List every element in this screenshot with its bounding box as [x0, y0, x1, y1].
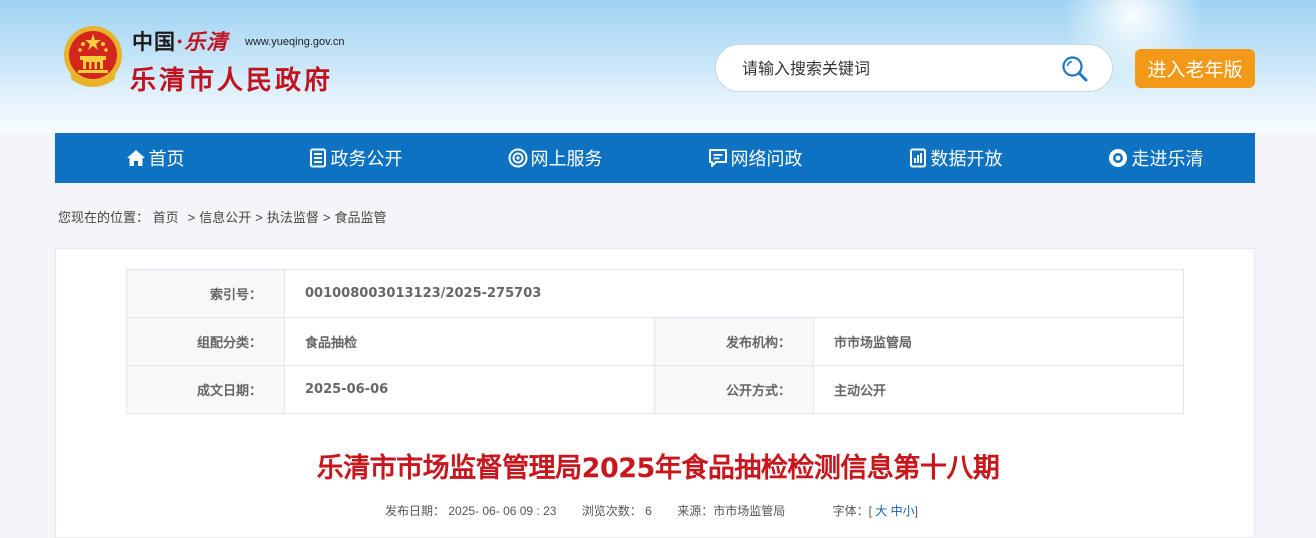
nav-item-open-data[interactable]: 数据开放	[855, 133, 1055, 183]
breadcrumb-separator: >	[322, 210, 331, 225]
nav-item-home[interactable]: 首页	[55, 133, 255, 183]
breadcrumb-separator: >	[255, 210, 263, 225]
document-icon	[309, 148, 326, 168]
site-domain: www.yueqing.gov.cn	[245, 36, 345, 48]
search-icon[interactable]	[1060, 54, 1090, 84]
service-icon	[508, 148, 527, 168]
main-nav: 首页 政务公开 网上服务 网络问政 数据开放 走进乐清	[55, 133, 1255, 183]
nav-item-about-yueqing[interactable]: 走进乐清	[1055, 133, 1255, 183]
meta-value-date: 2025-06-06	[284, 365, 655, 414]
view-count-label: 浏览次数：	[581, 504, 642, 518]
font-size-bracket: ]	[914, 504, 918, 518]
city-calligraphy: 乐清	[184, 29, 229, 54]
nav-item-online-service[interactable]: 网上服务	[455, 133, 655, 183]
breadcrumb: 您现在的位置： 首页 > 信息公开 > 执法监督 > 食品监管	[58, 207, 386, 226]
site-name: 乐清市人民政府	[130, 66, 334, 96]
search-box	[715, 44, 1113, 92]
meta-label-method: 公开方式：	[654, 365, 814, 414]
meta-row: 成文日期： 2025-06-06 公开方式： 主动公开	[126, 365, 1185, 414]
source-value: 市市场监管局	[713, 504, 786, 518]
meta-value-index: 001008003013123/2025-275703	[283, 269, 1185, 318]
country-label: 中国	[132, 29, 176, 54]
document-meta-table: 索引号： 001008003013123/2025-275703 组配分类： 食…	[126, 269, 1185, 414]
nav-label: 走进乐清	[1131, 149, 1204, 169]
font-size-medium-link[interactable]: 中	[891, 504, 903, 518]
meta-value-publisher: 市市场监管局	[812, 317, 1185, 366]
nav-item-gov-affairs[interactable]: 政务公开	[255, 133, 455, 183]
view-count-value: 6	[645, 504, 652, 518]
data-icon	[909, 148, 926, 168]
meta-value-method: 主动公开	[812, 365, 1185, 414]
article-info-line: 发布日期： 2025- 06- 06 09 : 23 浏览次数： 6 来源：市市…	[385, 502, 918, 519]
meta-row: 索引号： 001008003013123/2025-275703	[126, 269, 1185, 318]
national-emblem-icon	[64, 26, 122, 87]
meta-label-category: 组配分类：	[126, 317, 285, 366]
home-icon	[126, 150, 145, 166]
font-size-bracket: [	[868, 504, 872, 518]
breadcrumb-separator: >	[187, 210, 196, 225]
meta-row: 组配分类： 食品抽检 发布机构： 市市场监管局	[126, 317, 1185, 366]
article-title: 乐清市市场监督管理局2025年食品抽检检测信息第十八期	[316, 453, 1000, 484]
font-size-large-link[interactable]: 大	[875, 504, 887, 518]
breadcrumb-link-food-supervision[interactable]: 食品监管	[334, 210, 386, 225]
breadcrumb-link-home[interactable]: 首页	[153, 210, 179, 225]
nav-label: 网络问政	[730, 149, 803, 169]
meta-label-publisher: 发布机构：	[654, 317, 814, 366]
font-size-label: 字体：	[832, 504, 869, 518]
meta-value-category: 食品抽检	[284, 317, 655, 366]
nav-item-online-inquiry[interactable]: 网络问政	[655, 133, 855, 183]
meta-label-index: 索引号：	[126, 269, 285, 318]
publish-date-value: 2025- 06- 06 09 : 23	[448, 504, 557, 518]
elder-version-button[interactable]: 进入老年版	[1135, 49, 1255, 88]
nav-label: 首页	[148, 149, 185, 169]
font-size-small-link[interactable]: 小	[903, 504, 915, 518]
publish-date-label: 发布日期：	[385, 504, 446, 518]
nav-label: 数据开放	[930, 149, 1003, 169]
breadcrumb-link-info-disclosure[interactable]: 信息公开	[199, 210, 251, 225]
breadcrumb-prefix: 您现在的位置：	[58, 210, 150, 225]
breadcrumb-link-law-enforcement[interactable]: 执法监督	[267, 210, 319, 225]
search-input[interactable]	[740, 57, 1044, 83]
meta-label-date: 成文日期：	[126, 365, 285, 414]
eye-icon	[1108, 149, 1127, 167]
nav-label: 网上服务	[530, 149, 603, 169]
source-label: 来源：	[677, 504, 714, 518]
nav-label: 政务公开	[330, 149, 403, 169]
site-prefix-title: 中国·乐清	[132, 26, 228, 54]
message-icon	[708, 149, 727, 167]
